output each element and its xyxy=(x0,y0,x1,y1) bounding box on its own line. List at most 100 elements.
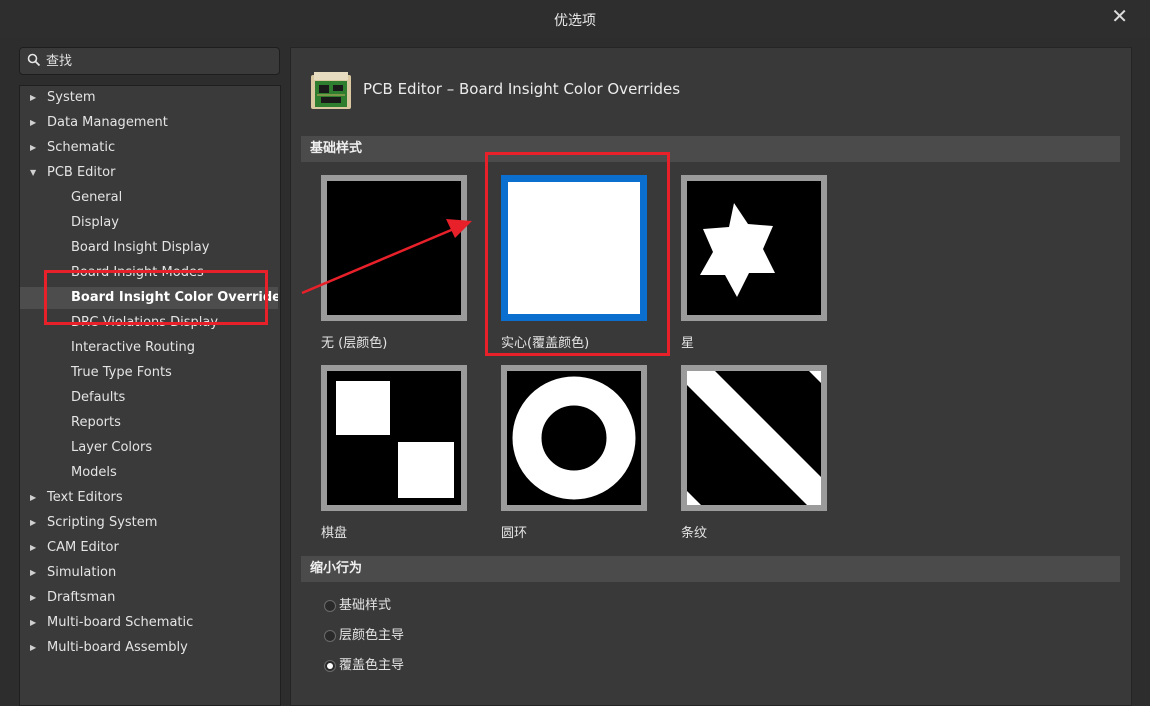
tree-item[interactable]: ▶ Scripting System xyxy=(20,512,278,534)
radio-dot[interactable] xyxy=(324,600,336,612)
tree-item[interactable]: True Type Fonts xyxy=(20,362,278,384)
pattern-solid-preview xyxy=(508,182,640,314)
search-input[interactable] xyxy=(44,51,273,71)
page-title: PCB Editor – Board Insight Color Overrid… xyxy=(363,80,681,98)
tree-item-label: Models xyxy=(71,465,117,480)
tree-item[interactable]: DRC Violations Display xyxy=(20,312,278,334)
tree-item[interactable]: Board Insight Modes xyxy=(20,262,278,284)
tree-item[interactable]: Defaults xyxy=(20,387,278,409)
pattern-none-preview xyxy=(327,181,461,315)
tree-item[interactable]: Display xyxy=(20,212,278,234)
close-icon[interactable]: ✕ xyxy=(1111,6,1128,26)
search-icon xyxy=(27,53,41,67)
tree-item-label: Board Insight Color Overrides xyxy=(71,290,278,305)
tree-item[interactable]: ▼ PCB Editor xyxy=(20,162,278,184)
tree-item-label: Multi-board Schematic xyxy=(47,615,194,630)
preferences-tree: ▶ System ▶ Data Management ▶ Schematic ▼ PCB Ed… xyxy=(19,85,281,706)
radio-label: 基础样式 xyxy=(339,598,392,613)
tree-item-label: Multi-board Assembly xyxy=(47,640,188,655)
caret-right-icon[interactable]: ▶ xyxy=(30,487,40,509)
tree-item[interactable]: General xyxy=(20,187,278,209)
tree-item[interactable]: ▶ Draftsman xyxy=(20,587,278,609)
title-bar: 优选项 ✕ xyxy=(0,0,1150,38)
tree-item[interactable]: Layer Colors xyxy=(20,437,278,459)
tree-item[interactable]: Board Insight Display xyxy=(20,237,278,259)
tree-item-label: Layer Colors xyxy=(71,440,153,455)
pattern-label-stripe: 条纹 xyxy=(681,526,708,541)
tree-item-label: Data Management xyxy=(47,115,168,130)
caret-right-icon[interactable]: ▶ xyxy=(30,112,40,134)
pattern-tile-stripe[interactable] xyxy=(681,365,827,511)
tree-item-label: Draftsman xyxy=(47,590,116,605)
caret-right-icon[interactable]: ▶ xyxy=(30,587,40,609)
section-base-pattern-heading: 基础样式 xyxy=(310,141,363,156)
tree-item-label: Defaults xyxy=(71,390,126,405)
tree-item-label: PCB Editor xyxy=(47,165,116,180)
pattern-tile-solid[interactable] xyxy=(501,175,647,321)
tree-item[interactable]: Interactive Routing xyxy=(20,337,278,359)
radio-dot-checked[interactable] xyxy=(324,660,336,672)
tree-item[interactable]: ▶ Schematic xyxy=(20,137,278,159)
tree-item-label: Reports xyxy=(71,415,121,430)
pattern-tile-none[interactable] xyxy=(321,175,467,321)
tree-item[interactable]: ▶ CAM Editor xyxy=(20,537,278,559)
caret-right-icon[interactable]: ▶ xyxy=(30,637,40,659)
tree-item-label: True Type Fonts xyxy=(71,365,172,380)
tree-item-label: General xyxy=(71,190,123,205)
tree-item-label: Display xyxy=(71,215,119,230)
pattern-label-ring: 圆环 xyxy=(501,526,528,541)
caret-right-icon[interactable]: ▶ xyxy=(30,137,40,159)
tree-item[interactable]: ▶ Multi-board Schematic xyxy=(20,612,278,634)
tree-item-label: CAM Editor xyxy=(47,540,119,555)
tree-item-label: Board Insight Modes xyxy=(71,265,204,280)
pattern-tile-ring[interactable] xyxy=(501,365,647,511)
tree-item[interactable]: Board Insight Color Overrides xyxy=(20,287,278,309)
ring-icon xyxy=(512,376,636,500)
radio-dot[interactable] xyxy=(324,630,336,642)
section-zoom-behavior: 缩小行为 xyxy=(301,556,1120,582)
tree-item-label: Scripting System xyxy=(47,515,158,530)
tree-item[interactable]: Reports xyxy=(20,412,278,434)
section-base-pattern: 基础样式 xyxy=(301,136,1120,162)
tree-item-label: Schematic xyxy=(47,140,116,155)
tree-item-label: Board Insight Display xyxy=(71,240,210,255)
tree-item[interactable]: Models xyxy=(20,462,278,484)
tree-item[interactable]: ▶ Text Editors xyxy=(20,487,278,509)
pattern-label-solid: 实心(覆盖颜色) xyxy=(501,336,590,351)
pattern-stripe-preview xyxy=(687,371,821,505)
caret-right-icon[interactable]: ▶ xyxy=(30,87,40,109)
caret-right-icon[interactable]: ▶ xyxy=(30,612,40,634)
pattern-label-none: 无 (层颜色) xyxy=(321,336,388,351)
radio-label: 层颜色主导 xyxy=(339,628,405,643)
tree-item-label: Text Editors xyxy=(47,490,123,505)
left-panel: ▶ System ▶ Data Management ▶ Schematic ▼ PCB Ed… xyxy=(19,47,281,706)
checker-square xyxy=(398,442,454,498)
pattern-ring-preview xyxy=(507,371,641,505)
tree-item-label: DRC Violations Display xyxy=(71,315,219,330)
pattern-label-star: 星 xyxy=(681,336,695,351)
tree-item[interactable]: ▶ Multi-board Assembly xyxy=(20,637,278,659)
pattern-tile-star[interactable] xyxy=(681,175,827,321)
pattern-label-checkerboard: 棋盘 xyxy=(321,526,348,541)
tree-item[interactable]: ▶ Simulation xyxy=(20,562,278,584)
checker-square xyxy=(336,381,390,435)
star-icon xyxy=(700,203,775,297)
content-panel: PCB Editor – Board Insight Color Overrid… xyxy=(290,47,1132,706)
tree-item[interactable]: ▶ Data Management xyxy=(20,112,278,134)
tree-item[interactable]: ▶ System xyxy=(20,87,278,109)
search-box[interactable] xyxy=(19,47,280,75)
stripe-icon xyxy=(687,371,821,505)
caret-down-icon[interactable]: ▼ xyxy=(30,162,40,184)
section-zoom-behavior-heading: 缩小行为 xyxy=(310,561,363,576)
tree-item-label: System xyxy=(47,90,96,105)
caret-right-icon[interactable]: ▶ xyxy=(30,512,40,534)
caret-right-icon[interactable]: ▶ xyxy=(30,537,40,559)
tree-item-label: Interactive Routing xyxy=(71,340,196,355)
pattern-tile-checkerboard[interactable] xyxy=(321,365,467,511)
window-title: 优选项 xyxy=(554,13,596,29)
pattern-checkerboard-preview xyxy=(327,371,461,505)
caret-right-icon[interactable]: ▶ xyxy=(30,562,40,584)
pattern-star-preview xyxy=(687,181,821,315)
pcb-board-icon xyxy=(311,72,351,109)
tree-item-label: Simulation xyxy=(47,565,117,580)
